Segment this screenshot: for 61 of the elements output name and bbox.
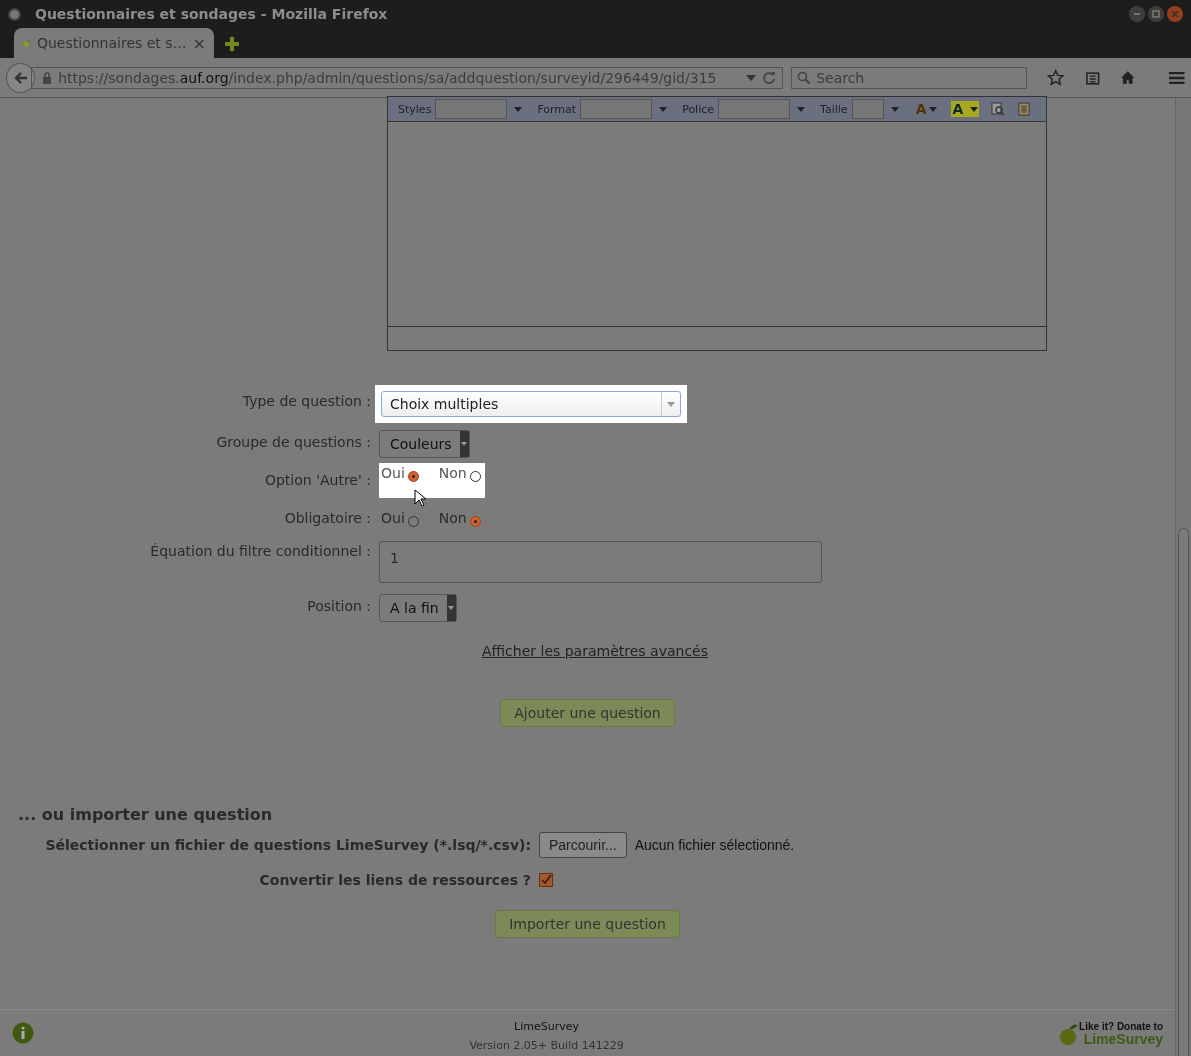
document-icon[interactable] [1017,102,1032,116]
footer-app-name: LimeSurvey [514,1020,579,1033]
color-button[interactable]: A [951,101,980,117]
window-title: Questionnaires et sondages - Mozilla Firefox [35,6,388,22]
section-heading: ... ou importer une question [18,805,274,824]
browser-tab[interactable]: Questionnaires et s… × [14,28,214,58]
toolbar-label: Format [536,102,577,116]
radio-button[interactable] [407,470,419,482]
condition-textarea[interactable]: 1 [379,541,822,583]
caret-icon [461,442,468,446]
radio-label: Oui [381,465,405,481]
search-icon [797,70,812,85]
version-text: Version 2.05+ Build 141229 [469,1039,624,1052]
caret-icon [929,106,938,112]
arrow-left-icon [12,69,29,86]
menu-icon[interactable] [1167,69,1185,86]
field-label: Groupe de questions : [215,433,371,452]
field-label: Position : [306,597,371,616]
radio-button[interactable] [469,515,481,527]
caret-icon [448,606,455,610]
search-field[interactable]: Search [791,66,1028,89]
find-icon[interactable] [991,102,1006,116]
bookmark-star-icon[interactable] [1047,68,1065,87]
radio-label: Non [438,510,467,526]
new-tab-icon[interactable] [224,36,240,52]
checkbox[interactable] [539,873,553,887]
reading-list-icon[interactable] [1084,69,1101,86]
toolbar-label: Police [681,102,715,116]
file-label: Sélectionner un fichier de questions LimeSurvey (*.lsq/*.csv): [44,837,531,853]
toolbar-label: Taille [819,102,848,116]
caret-icon [667,401,675,407]
radio-label: Oui [381,510,405,526]
checkbox-label: Convertir les liens de ressources ? [258,872,531,888]
donate-text[interactable]: Like it? Donate to [1079,1020,1163,1032]
lock-icon [42,71,53,84]
field-label: Équation du filtre conditionnel : [149,542,371,561]
field-label: Option 'Autre' : [263,471,371,490]
tab-close-button[interactable]: × [192,33,206,53]
info-icon[interactable] [12,1022,34,1044]
caret-icon [970,106,979,112]
browse-button[interactable]: Parcourir... [539,832,627,858]
scrollbar[interactable] [1175,98,1191,1056]
field-label: Type de question : [241,392,371,411]
import-question-button[interactable]: Importer une question [495,910,680,938]
close-icon[interactable] [1167,6,1183,22]
caret-icon[interactable] [746,74,757,81]
question-type-select[interactable]: Choix multiples [381,391,681,417]
dropdown-select[interactable]: A la fin [379,594,457,622]
advanced-settings-link[interactable]: Afficher les paramètres avancés [482,643,708,659]
home-icon[interactable] [1120,69,1136,86]
color-button[interactable]: A [915,101,938,117]
radio-label: Non [438,465,467,481]
toolbar-label: Styles [397,102,432,116]
add-question-button[interactable]: Ajouter une question [500,699,675,727]
address-bar[interactable]: https://sondages.auf.org/index.php/admin/questions/sa/addquestion/surveyid/296449/gid/315 [31,66,784,89]
field-label: Obligatoire : [283,509,371,528]
reload-icon[interactable] [762,70,777,85]
back-button[interactable] [6,62,36,93]
dropdown-select[interactable]: Couleurs [379,430,470,458]
file-status: Aucun fichier sélectionné. [634,837,795,853]
window-menu-icon[interactable] [8,7,21,21]
